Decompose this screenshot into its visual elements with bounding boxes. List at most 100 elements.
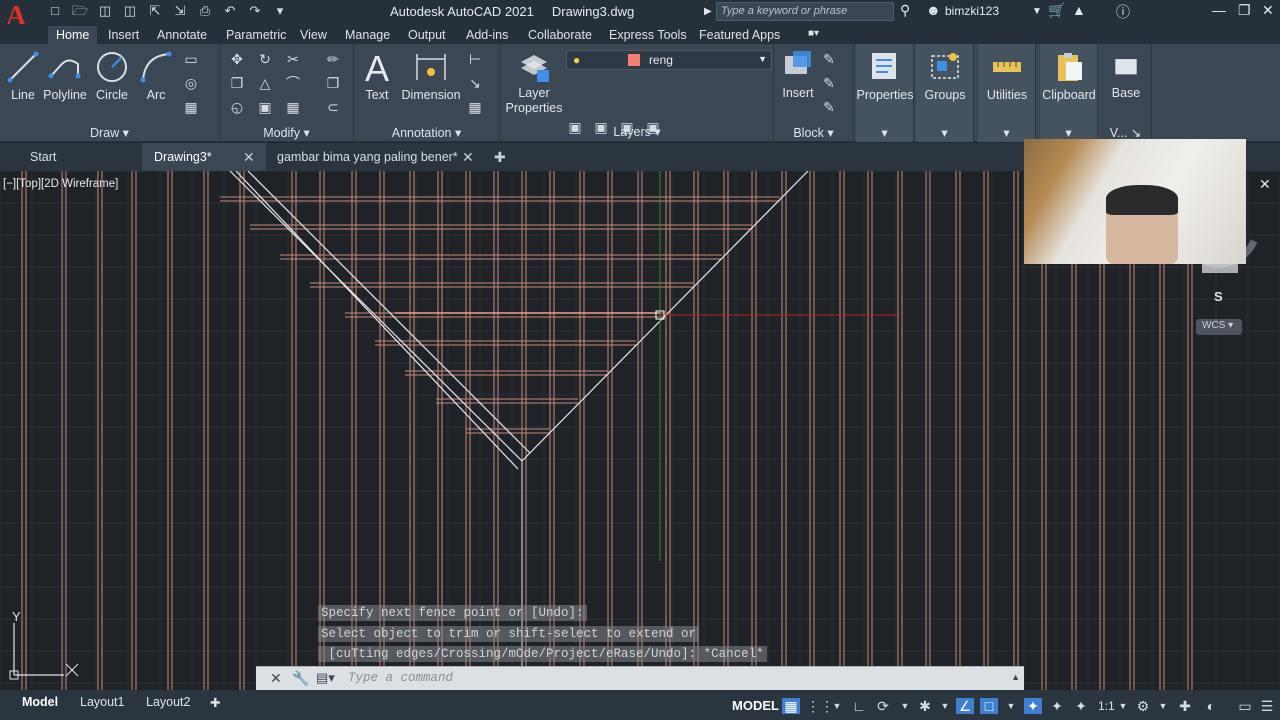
linear-dim-icon[interactable]: ⊢ [466,50,484,68]
restore-icon[interactable]: ❐ [1238,2,1251,19]
doc-tab-gambar[interactable]: gambar bima yang paling bener* [265,143,470,171]
wcs-menu[interactable]: WCS ▾ [1196,319,1242,335]
edit-attributes-icon[interactable]: ✎ [820,98,838,116]
rectangle-icon[interactable]: ▭ [182,50,200,68]
recent-commands-icon[interactable]: ▤▾ [316,670,335,686]
open-web-icon[interactable]: ⇱ [146,2,164,20]
user-icon[interactable]: ☻ [926,2,941,18]
expand-arrow-icon[interactable]: ▶ [704,6,712,17]
fillet-icon[interactable]: ⌒ [284,74,302,92]
annotation-monitor-icon[interactable]: ✚ [1176,698,1194,714]
new-tab-icon[interactable]: ✚ [494,149,506,166]
snap-icon[interactable]: ⋮⋮ [806,698,834,714]
block-panel-title[interactable]: Block ▾ [774,125,853,140]
copy-icon[interactable]: ❐ [228,74,246,92]
redo-icon[interactable]: ↷ [246,2,264,20]
gradient-icon[interactable]: ▦ [182,98,200,116]
isolate-objects-icon[interactable]: ◐ [1202,698,1220,714]
leader-icon[interactable]: ↘ [466,74,484,92]
osnap-dropdown-icon[interactable]: ▼ [1002,698,1020,714]
utilities-panel[interactable]: Utilities ▾ [978,44,1036,142]
offset-icon[interactable]: ⊂ [324,98,342,116]
dimension-tool[interactable]: Dimension [400,50,462,102]
grid-icon[interactable]: ▦ [782,698,800,714]
base-tool[interactable]: Base [1100,56,1152,100]
open-file-icon[interactable]: 🗁 [71,2,89,20]
annotation-scale-icon[interactable]: ✦ [1072,698,1090,714]
command-input[interactable]: Type a command [348,670,1008,688]
workspace-dropdown-icon[interactable]: ▼ [1154,698,1172,714]
properties-tool[interactable]: Properties [856,50,914,102]
tab-express-tools[interactable]: Express Tools [601,26,695,44]
stretch-icon[interactable]: ◵ [228,98,246,116]
groups-expand-icon[interactable]: ▾ [916,125,973,140]
save-icon[interactable]: ◫ [96,2,114,20]
mirror-icon[interactable]: △ [256,74,274,92]
customize-qat-icon[interactable]: ▾ [271,2,289,20]
move-icon[interactable]: ✥ [228,50,246,68]
arc-tool[interactable]: Arc [138,50,174,102]
customize-icon[interactable]: 🔧 [292,670,309,687]
layer-properties-tool[interactable]: Layer Properties [504,50,564,116]
properties-expand-icon[interactable]: ▾ [856,125,913,140]
rafter-line[interactable] [247,171,531,454]
rafter-line[interactable] [229,171,523,462]
save-as-icon[interactable]: ◫ [121,2,139,20]
tab-annotate[interactable]: Annotate [149,26,215,44]
search-input[interactable]: Type a keyword or phrase [716,2,894,21]
object-snap-icon[interactable]: □ [980,698,998,714]
auto-scale-icon[interactable]: ✦ [1048,698,1066,714]
scale-icon[interactable]: ▣ [256,98,274,116]
rafter-line[interactable] [235,171,519,470]
annotation-visibility-icon[interactable]: ✦ [1024,698,1042,714]
user-name[interactable]: bimzki123 [945,4,999,18]
groups-tool[interactable]: Groups [916,50,974,102]
utilities-expand-icon[interactable]: ▾ [978,125,1035,140]
layout-tab-layout1[interactable]: Layout1 [80,695,124,709]
hatch-icon[interactable]: ◎ [182,74,200,92]
model-space-toggle[interactable]: MODEL [732,698,779,713]
utilities-tool[interactable]: Utilities [978,50,1036,102]
viewport-controls[interactable]: [−][Top][2D Wireframe] [3,178,118,190]
clipboard-expand-icon[interactable]: ▾ [1040,125,1097,140]
object-snap-tracking-icon[interactable]: ∠ [956,698,974,714]
array-icon[interactable]: ▦ [284,98,302,116]
doc-tab-start[interactable]: Start [18,143,68,171]
edit-block-icon[interactable]: ✎ [820,74,838,92]
undo-icon[interactable]: ↶ [221,2,239,20]
tab-collaborate[interactable]: Collaborate [520,26,600,44]
close-viewport-icon[interactable]: ✕ [1259,176,1271,193]
help-icon[interactable]: ⓘ [1116,2,1130,22]
isodraft-icon[interactable]: ✱ [916,698,934,714]
workspace-gear-icon[interactable]: ⚙ [1134,698,1152,714]
snap-dropdown-icon[interactable]: ▼ [828,698,846,714]
clipboard-tool[interactable]: Clipboard [1040,50,1098,102]
tab-add-ins[interactable]: Add-ins [458,26,516,44]
tab-manage[interactable]: Manage [337,26,398,44]
text-tool[interactable]: A Text [360,50,394,102]
close-tab-icon[interactable]: ✕ [462,149,474,166]
new-file-icon[interactable]: □ [46,2,64,20]
minimize-icon[interactable]: — [1212,2,1226,18]
polyline-tool[interactable]: Polyline [42,50,88,102]
modify-panel-title[interactable]: Modify ▾ [220,125,353,140]
autodesk-account-icon[interactable]: ▲ [1072,2,1086,18]
ortho-icon[interactable]: ∟ [850,698,868,714]
command-history-toggle-icon[interactable]: ▲ [1011,672,1020,682]
isodraft-dropdown-icon[interactable]: ▼ [936,698,954,714]
layer-dropdown[interactable]: ● reng ▼ [566,50,772,70]
explode-icon[interactable]: ❐ [324,74,342,92]
circle-tool[interactable]: Circle [92,50,132,102]
add-layout-icon[interactable]: ✚ [210,695,220,710]
create-block-icon[interactable]: ✎ [820,50,838,68]
plot-icon[interactable]: ⎙ [196,2,214,20]
cart-icon[interactable]: 🛒 [1048,2,1065,19]
groups-panel[interactable]: Groups ▾ [916,44,974,142]
tab-view[interactable]: View [292,26,335,44]
tab-parametric[interactable]: Parametric [218,26,294,44]
clipboard-panel[interactable]: Clipboard ▾ [1040,44,1098,142]
save-web-icon[interactable]: ⇲ [171,2,189,20]
erase-icon[interactable]: ✏ [324,50,342,68]
properties-panel[interactable]: Properties ▾ [856,44,914,142]
layout-tab-model[interactable]: Model [22,695,58,709]
